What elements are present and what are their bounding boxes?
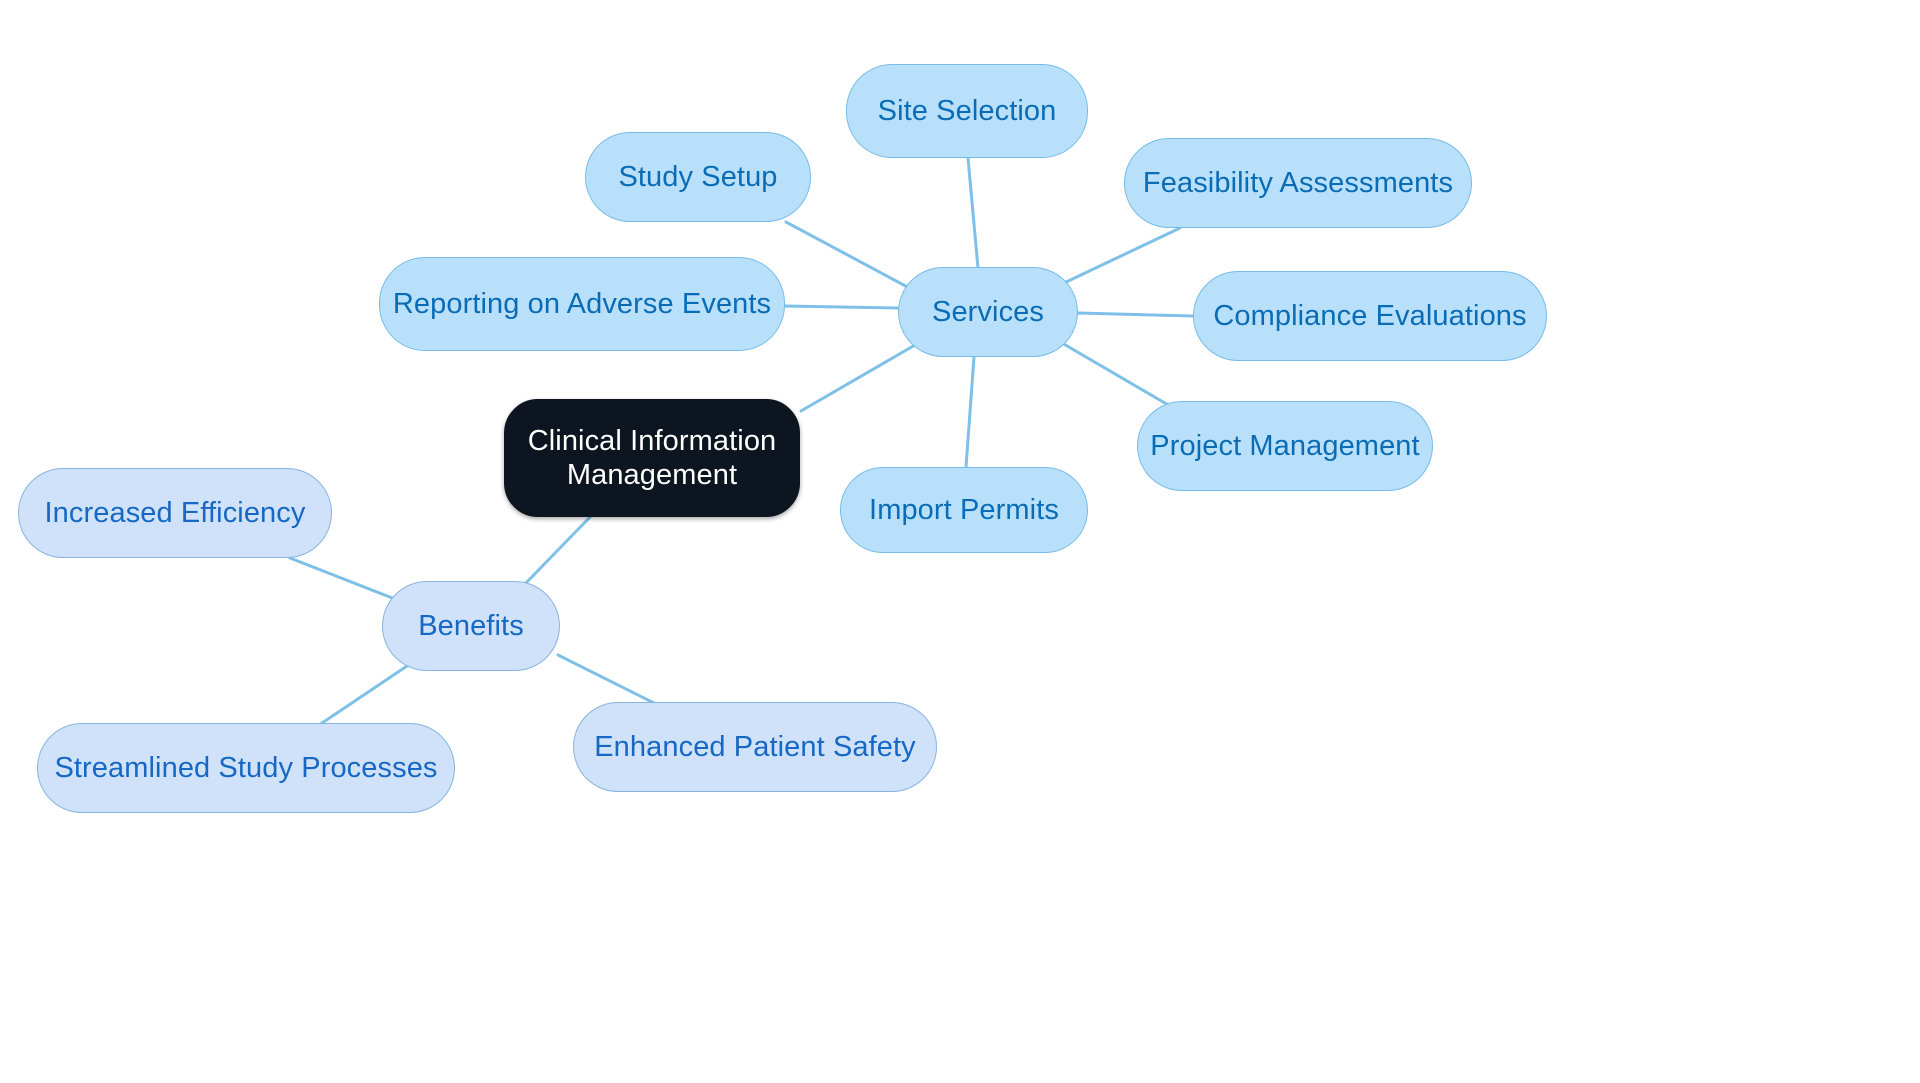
mindmap-node-label: Enhanced Patient Safety: [594, 730, 916, 763]
mindmap-node-root[interactable]: Clinical Information Management: [504, 399, 800, 517]
mindmap-node-label: Increased Efficiency: [44, 496, 306, 529]
mindmap-node-label: Streamlined Study Processes: [54, 751, 438, 784]
mindmap-node-services[interactable]: Services: [898, 267, 1078, 357]
mindmap-node-label: Study Setup: [618, 160, 778, 193]
mindmap-node-import-permits[interactable]: Import Permits: [840, 467, 1088, 553]
edge-benefits-to-enhanced-patient-safety: [556, 653, 662, 708]
mindmap-node-project-management[interactable]: Project Management: [1137, 401, 1433, 491]
edge-services-to-reporting-adverse-events: [783, 304, 900, 310]
mindmap-node-study-setup[interactable]: Study Setup: [585, 132, 811, 222]
mindmap-node-streamlined-study-processes[interactable]: Streamlined Study Processes: [37, 723, 455, 813]
mindmap-node-label: Benefits: [418, 609, 524, 642]
edge-benefits-to-increased-efficiency: [288, 556, 402, 603]
edge-services-to-project-management: [1060, 341, 1172, 408]
mindmap-node-reporting-adverse-events[interactable]: Reporting on Adverse Events: [379, 257, 785, 351]
edge-services-to-compliance-evaluations: [1076, 311, 1195, 318]
mindmap-node-enhanced-patient-safety[interactable]: Enhanced Patient Safety: [573, 702, 937, 792]
edge-services-to-import-permits: [964, 355, 976, 469]
edge-services-to-feasibility-assessments: [1062, 226, 1182, 285]
mindmap-node-increased-efficiency[interactable]: Increased Efficiency: [18, 468, 332, 558]
edge-root-to-services: [799, 343, 917, 413]
edge-root-to-benefits: [522, 513, 594, 587]
mindmap-node-label: Import Permits: [869, 493, 1059, 526]
mindmap-node-label: Feasibility Assessments: [1142, 166, 1454, 199]
mindmap-node-label: Clinical Information Management: [527, 424, 777, 491]
mindmap-node-label: Services: [932, 295, 1044, 328]
mindmap-node-label: Reporting on Adverse Events: [392, 287, 772, 320]
edge-services-to-study-setup: [784, 220, 915, 292]
mindmap-node-label: Compliance Evaluations: [1213, 299, 1527, 332]
mindmap-node-benefits[interactable]: Benefits: [382, 581, 560, 671]
mindmap-node-feasibility-assessments[interactable]: Feasibility Assessments: [1124, 138, 1472, 228]
mindmap-node-site-selection[interactable]: Site Selection: [846, 64, 1088, 158]
edge-benefits-to-streamlined-study-processes: [320, 662, 412, 725]
mindmap-node-label: Project Management: [1150, 429, 1420, 462]
mindmap-node-label: Site Selection: [877, 94, 1057, 127]
mindmap-canvas: Clinical Information Management Services B…: [0, 0, 1920, 1083]
mindmap-node-compliance-evaluations[interactable]: Compliance Evaluations: [1193, 271, 1547, 361]
edge-services-to-site-selection: [966, 156, 980, 270]
